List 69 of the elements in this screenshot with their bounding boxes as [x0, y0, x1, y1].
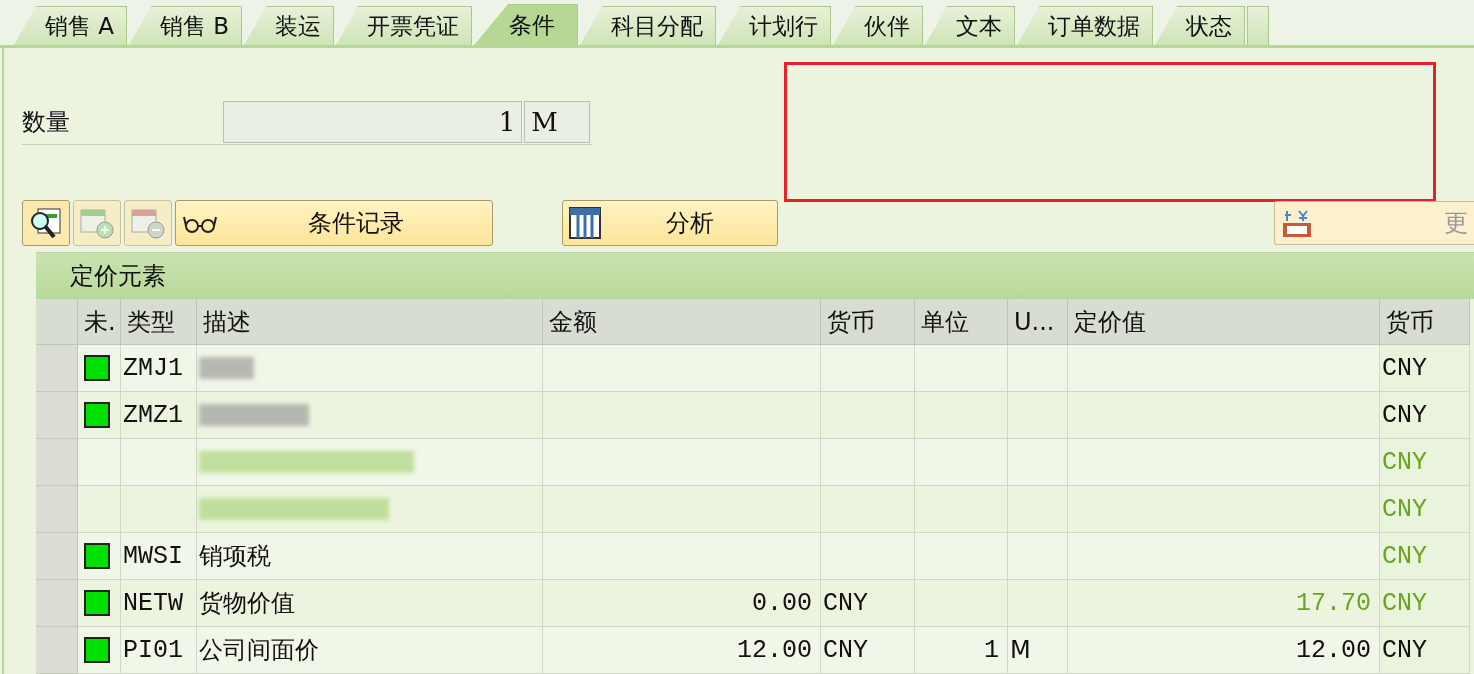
column-header[interactable]: 类型: [121, 299, 197, 345]
field-label: 数量: [22, 107, 71, 138]
table-cell: 12.00: [543, 627, 821, 674]
row-selector[interactable]: [36, 533, 78, 580]
row-selector-header: [36, 299, 78, 345]
table-cell: PI01: [121, 627, 197, 674]
table-cell: NETW: [121, 580, 197, 627]
row-selector[interactable]: [36, 486, 78, 533]
tab[interactable]: 销售 A: [14, 6, 128, 45]
column-header[interactable]: 货币: [1380, 299, 1470, 345]
row-selector[interactable]: [36, 392, 78, 439]
unit-field[interactable]: M: [524, 101, 590, 143]
table-cell: 12.00: [1068, 627, 1380, 674]
tab[interactable]: [1247, 6, 1270, 45]
table-cell: CNY: [1380, 392, 1470, 439]
table-cell: 货物价值: [197, 580, 543, 627]
quantity-field[interactable]: 1: [223, 101, 523, 143]
column-header[interactable]: 未.: [78, 299, 121, 345]
row-selector[interactable]: [36, 345, 78, 392]
table-cell: [1008, 580, 1068, 627]
table-cell: [1008, 392, 1068, 439]
table-cell: 17.70: [1068, 580, 1380, 627]
tab[interactable]: 开票凭证: [336, 6, 473, 45]
table-cell: CNY: [1380, 580, 1470, 627]
toolbar-button[interactable]: 分析: [562, 200, 778, 246]
tab[interactable]: 销售 B: [129, 6, 243, 45]
tab[interactable]: 状态: [1155, 6, 1246, 45]
toolbar-button[interactable]: [22, 200, 70, 246]
table-cell: CNY: [821, 580, 915, 627]
column-header[interactable]: 货币: [821, 299, 915, 345]
table-cell: CNY: [821, 627, 915, 674]
table-cell: [1008, 345, 1068, 392]
tab[interactable]: 伙伴: [833, 6, 924, 45]
table-cell: [1008, 439, 1068, 486]
table-cell: 销项税: [197, 533, 543, 580]
table-cell: ZMJ1: [121, 345, 197, 392]
table-cell: M: [1008, 627, 1068, 674]
magnifier-icon: [28, 205, 64, 241]
column-header[interactable]: 单位: [915, 299, 1008, 345]
table-cell: CNY: [1380, 627, 1470, 674]
add-row-icon: [79, 206, 115, 240]
table-cell: 1: [915, 627, 1008, 674]
table-cell: CNY: [1380, 533, 1470, 580]
column-header[interactable]: U...: [1008, 299, 1068, 345]
tab[interactable]: 订单数据: [1017, 6, 1154, 45]
delete-row-icon: [130, 206, 166, 240]
columns-icon: [569, 207, 601, 239]
table-cell: [1008, 486, 1068, 533]
column-header[interactable]: 金额: [543, 299, 821, 345]
column-header[interactable]: 描述: [197, 299, 543, 345]
table-cell: CNY: [1380, 486, 1470, 533]
table-cell: 公司间面价: [197, 627, 543, 674]
toolbar-button[interactable]: 条件记录: [175, 200, 493, 246]
tab[interactable]: 条件: [474, 4, 579, 45]
tab[interactable]: 装运: [244, 6, 335, 45]
column-header[interactable]: 定价值: [1068, 299, 1380, 345]
table-cell: CNY: [1380, 345, 1470, 392]
row-selector[interactable]: [36, 439, 78, 486]
tab[interactable]: 文本: [925, 6, 1016, 45]
section-title: 定价元素: [36, 253, 1474, 299]
row-selector[interactable]: [36, 627, 78, 674]
table-cell: MWSI: [121, 533, 197, 580]
row-selector[interactable]: [36, 580, 78, 627]
tab[interactable]: 科目分配: [580, 6, 717, 45]
tab[interactable]: 计划行: [718, 6, 832, 45]
table-cell: CNY: [1380, 439, 1470, 486]
table-cell: ZMZ1: [121, 392, 197, 439]
table-cell: [1008, 533, 1068, 580]
table-cell: 0.00: [543, 580, 821, 627]
